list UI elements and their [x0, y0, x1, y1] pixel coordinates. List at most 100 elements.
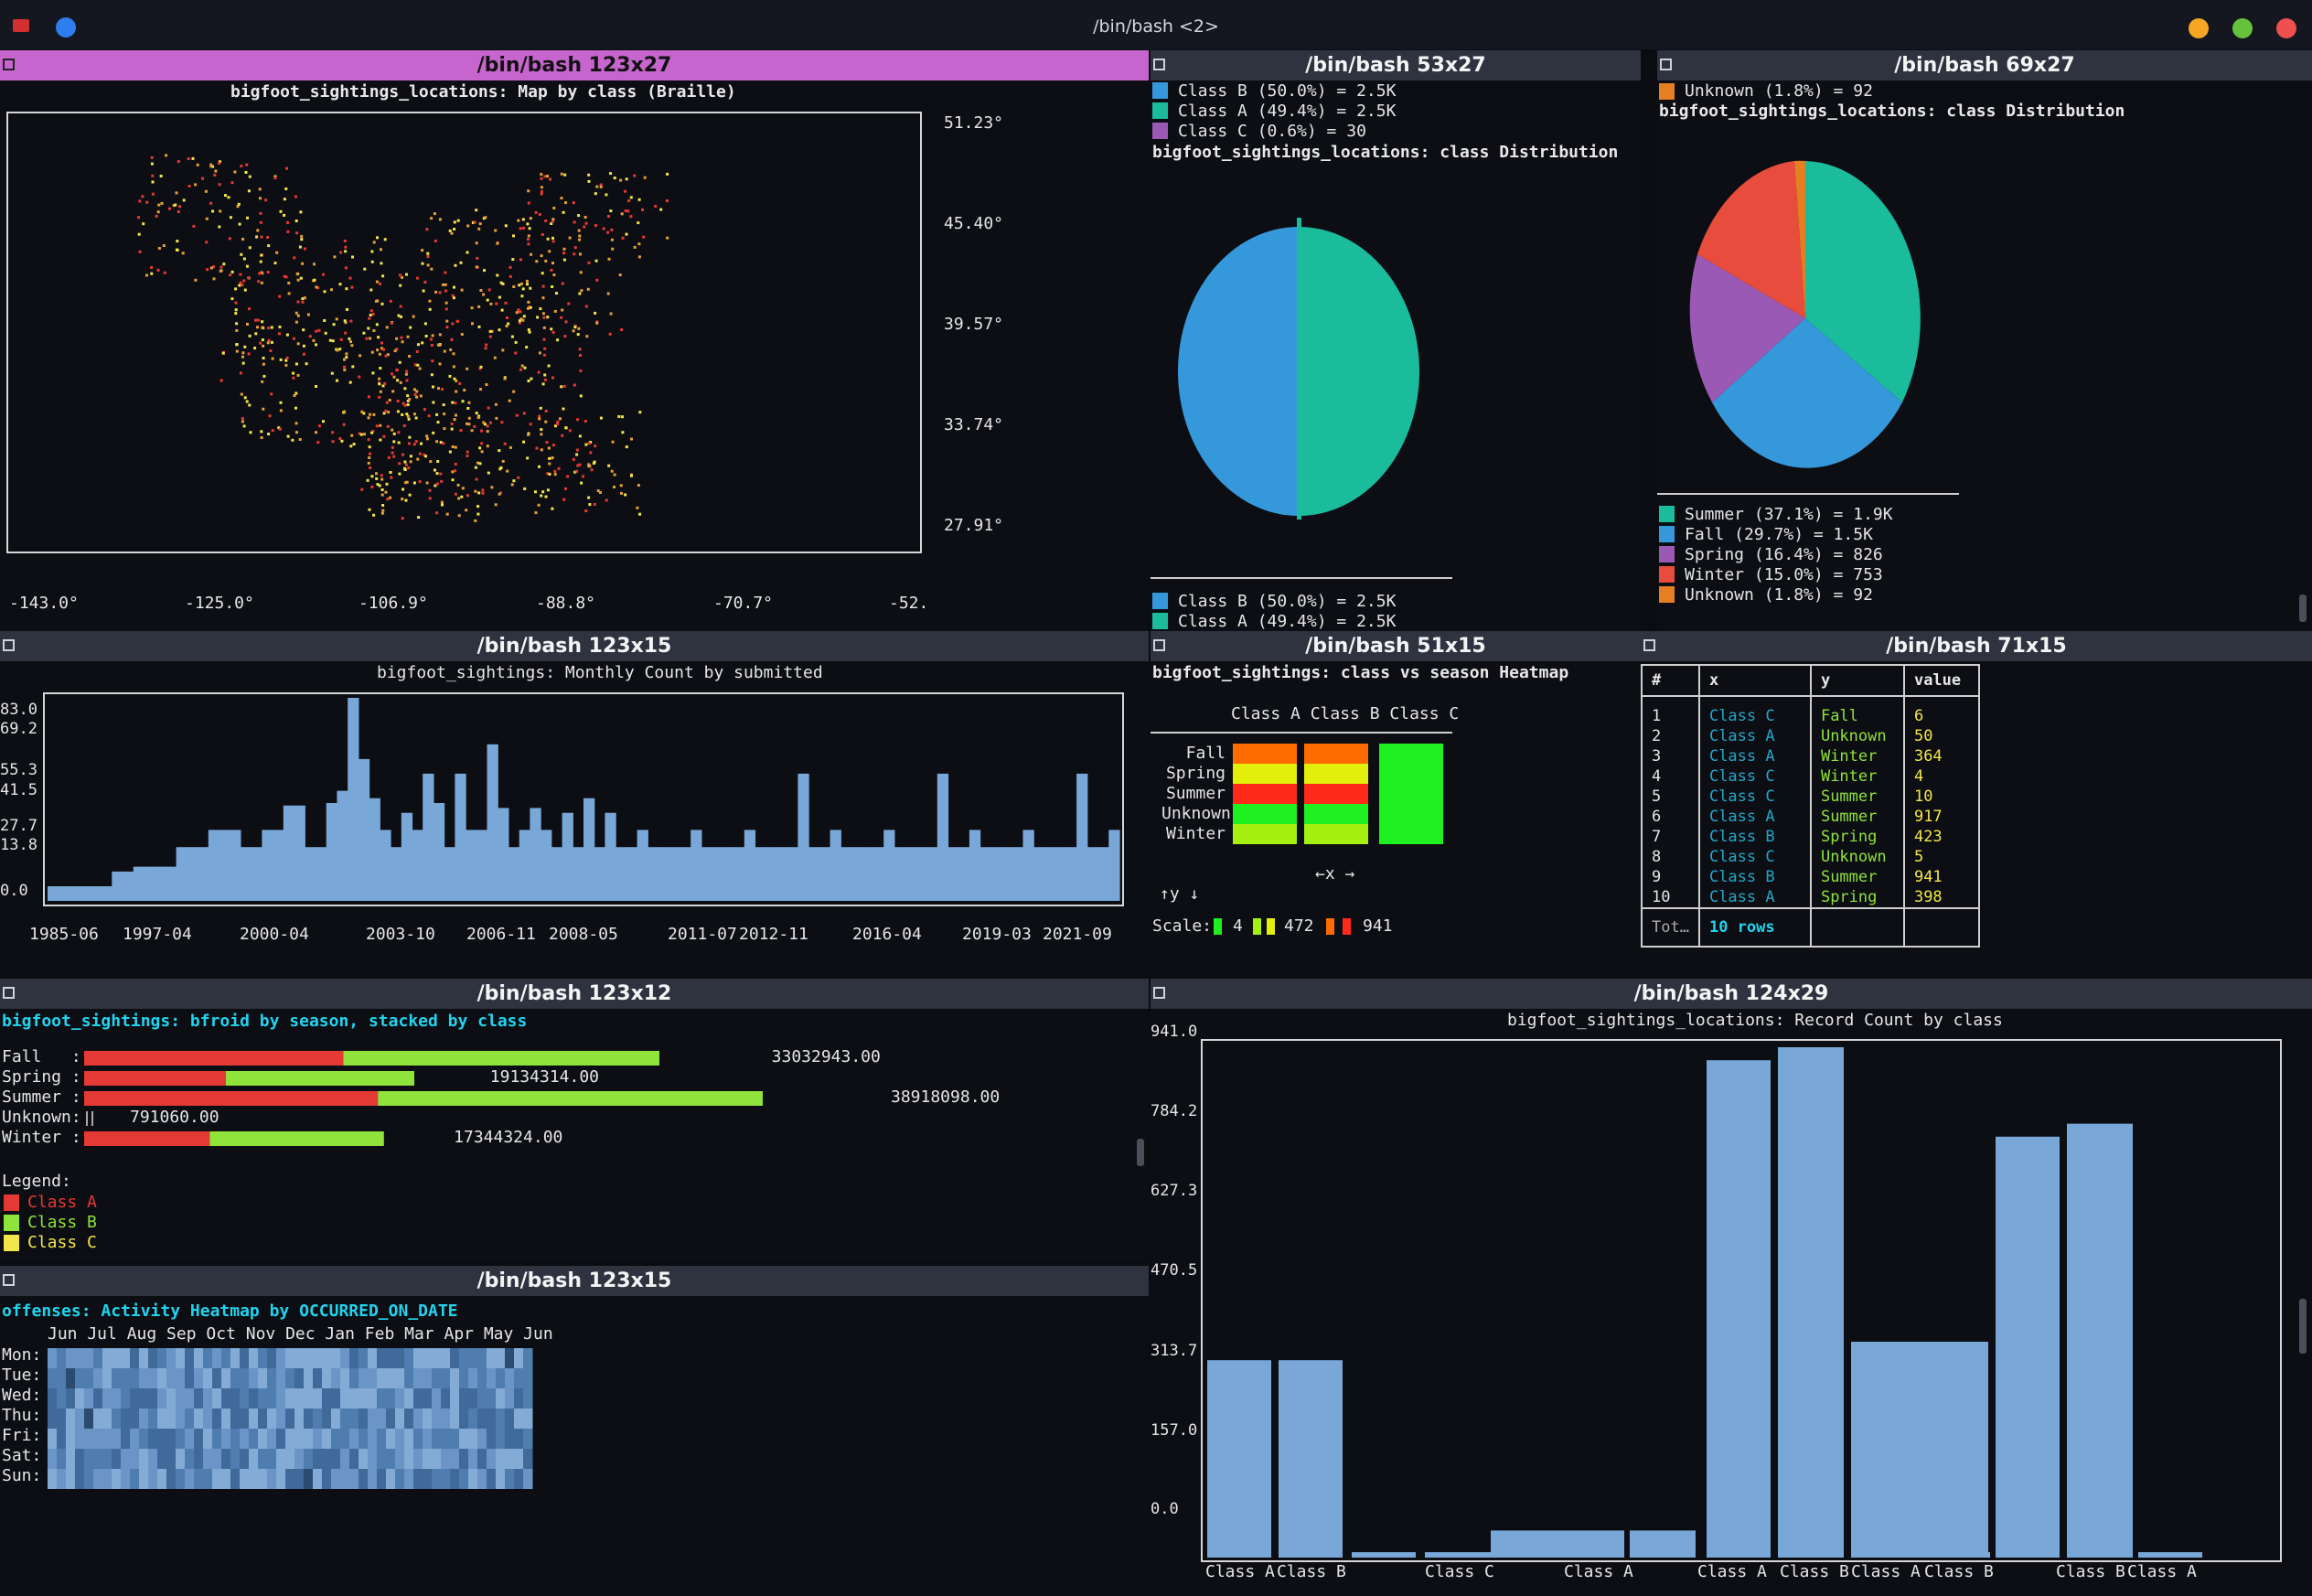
map-dot: [241, 417, 244, 421]
monthly-bars: [48, 698, 1120, 901]
bar: [937, 773, 949, 901]
table-cell: 5: [1902, 847, 1980, 867]
category-label: Summer :: [2, 1087, 81, 1107]
map-dot: [535, 446, 539, 450]
map-dot: [260, 281, 263, 284]
map-dot: [264, 198, 268, 202]
table-row[interactable]: 2 Class A Unknown 50: [1641, 726, 1980, 746]
pane-activity[interactable]: /bin/bash 123x15 offenses: Activity Heat…: [0, 1266, 1149, 1596]
table-header-y[interactable]: y: [1809, 664, 1905, 697]
category-label: Spring :: [2, 1067, 81, 1087]
map-dot: [248, 307, 251, 311]
table-row[interactable]: 4 Class C Winter 4: [1641, 766, 1980, 787]
map-dot: [454, 263, 457, 267]
map-dot: [479, 388, 482, 391]
map-dot: [587, 179, 591, 183]
grip-icon[interactable]: [1660, 59, 1672, 70]
map-dot: [242, 279, 246, 283]
map-dot: [194, 183, 198, 187]
activity-cell: [176, 1429, 186, 1449]
minimize-button[interactable]: [2189, 18, 2209, 38]
table-row[interactable]: 8 Class C Unknown 5: [1641, 847, 1980, 867]
table-header-value[interactable]: value: [1902, 664, 1980, 697]
map-dot: [278, 326, 282, 328]
map-dot: [400, 315, 402, 318]
map-dot: [526, 456, 530, 460]
x-tick: Class A: [1564, 1562, 1633, 1581]
close-button[interactable]: [2276, 18, 2296, 38]
bar: [401, 812, 413, 901]
map-dot: [331, 339, 335, 343]
map-dot: [315, 285, 318, 289]
map-dot: [512, 479, 516, 483]
table-row[interactable]: 6 Class A Summer 917: [1641, 807, 1980, 827]
table-row[interactable]: 7 Class B Spring 423: [1641, 827, 1980, 847]
bar: [1001, 847, 1013, 901]
activity-cell: [93, 1469, 103, 1489]
map-dot: [381, 504, 385, 507]
pane-map[interactable]: /bin/bash 123x27 bigfoot_sightings_locat…: [0, 50, 1149, 631]
map-dot: [584, 221, 588, 225]
grip-icon[interactable]: [1153, 59, 1165, 70]
grip-icon[interactable]: [3, 59, 15, 70]
map-dot: [489, 302, 493, 305]
bar: [316, 847, 327, 901]
map-dot: [343, 240, 347, 242]
map-dot: [389, 496, 392, 499]
pane-heatmap[interactable]: /bin/bash 51x15 bigfoot_sightings: class…: [1151, 631, 1641, 977]
pane-pie-class[interactable]: /bin/bash 53x27 Class B (50.0%) = 2.5K Cl…: [1151, 50, 1641, 631]
activity-cell: [121, 1388, 131, 1409]
map-dot: [241, 361, 245, 365]
table-row[interactable]: 3 Class A Winter 364: [1641, 746, 1980, 766]
map-dot: [475, 412, 478, 415]
map-dot: [444, 283, 447, 286]
grip-icon[interactable]: [1153, 987, 1165, 999]
table-row[interactable]: 10 Class A Spring 398: [1641, 887, 1980, 908]
pane-pie-season[interactable]: /bin/bash 69x27 Unknown (1.8%) = 92 bigf…: [1657, 50, 2312, 631]
map-dot: [301, 262, 305, 265]
map-dot: [511, 258, 515, 262]
grip-icon[interactable]: [3, 987, 15, 999]
scrollbar[interactable]: [2299, 1299, 2307, 1354]
map-dot: [514, 340, 518, 344]
map-dot: [212, 277, 216, 281]
map-dot: [605, 193, 608, 197]
scrollbar[interactable]: [1137, 1139, 1144, 1166]
map-dot: [575, 469, 579, 473]
grip-icon[interactable]: [3, 1274, 15, 1286]
map-dot: [539, 406, 542, 410]
map-dot: [175, 248, 178, 252]
lat-tick: 33.74°: [944, 415, 1004, 434]
map-dot: [229, 273, 232, 277]
pane-record[interactable]: /bin/bash 124x29 bigfoot_sightings_locat…: [1151, 979, 2312, 1596]
map-dot: [407, 417, 411, 421]
map-dot: [392, 440, 396, 444]
grip-icon[interactable]: [1153, 639, 1165, 651]
map-dot: [441, 388, 444, 391]
results-table[interactable]: # x y value 1 Class C Fall 6 2 Class A Unknown 50 3…: [1641, 664, 1980, 948]
table-row[interactable]: 9 Class B Summer 941: [1641, 867, 1980, 887]
map-dot: [401, 413, 404, 416]
maximize-button[interactable]: [2232, 18, 2253, 38]
map-dot: [584, 509, 588, 512]
pane-table[interactable]: /bin/bash 71x15 # x y value 1 Class C Fall 6 2 C…: [1641, 631, 2312, 977]
table-row[interactable]: 1 Class C Fall 6: [1641, 706, 1980, 726]
map-dot: [537, 503, 541, 507]
grip-icon[interactable]: [1643, 639, 1655, 651]
map-dot: [214, 169, 218, 173]
activity-cell: [185, 1348, 195, 1368]
activity-cell: [359, 1449, 369, 1469]
map-dot: [416, 363, 420, 367]
grip-icon[interactable]: [3, 639, 15, 651]
map-dot: [270, 392, 273, 396]
scrollbar[interactable]: [2299, 594, 2307, 622]
table-header-x[interactable]: x: [1697, 664, 1812, 697]
table-header-index[interactable]: #: [1641, 664, 1700, 697]
bar: [219, 830, 230, 901]
map-dot: [259, 341, 262, 345]
table-row[interactable]: 5 Class C Summer 10: [1641, 787, 1980, 807]
pane-monthly[interactable]: /bin/bash 123x15 bigfoot_sightings: Mont…: [0, 631, 1149, 977]
map-dot: [553, 473, 557, 477]
map-dot: [378, 377, 381, 380]
pane-stacked[interactable]: /bin/bash 123x12 bigfoot_sightings: bfro…: [0, 979, 1149, 1262]
